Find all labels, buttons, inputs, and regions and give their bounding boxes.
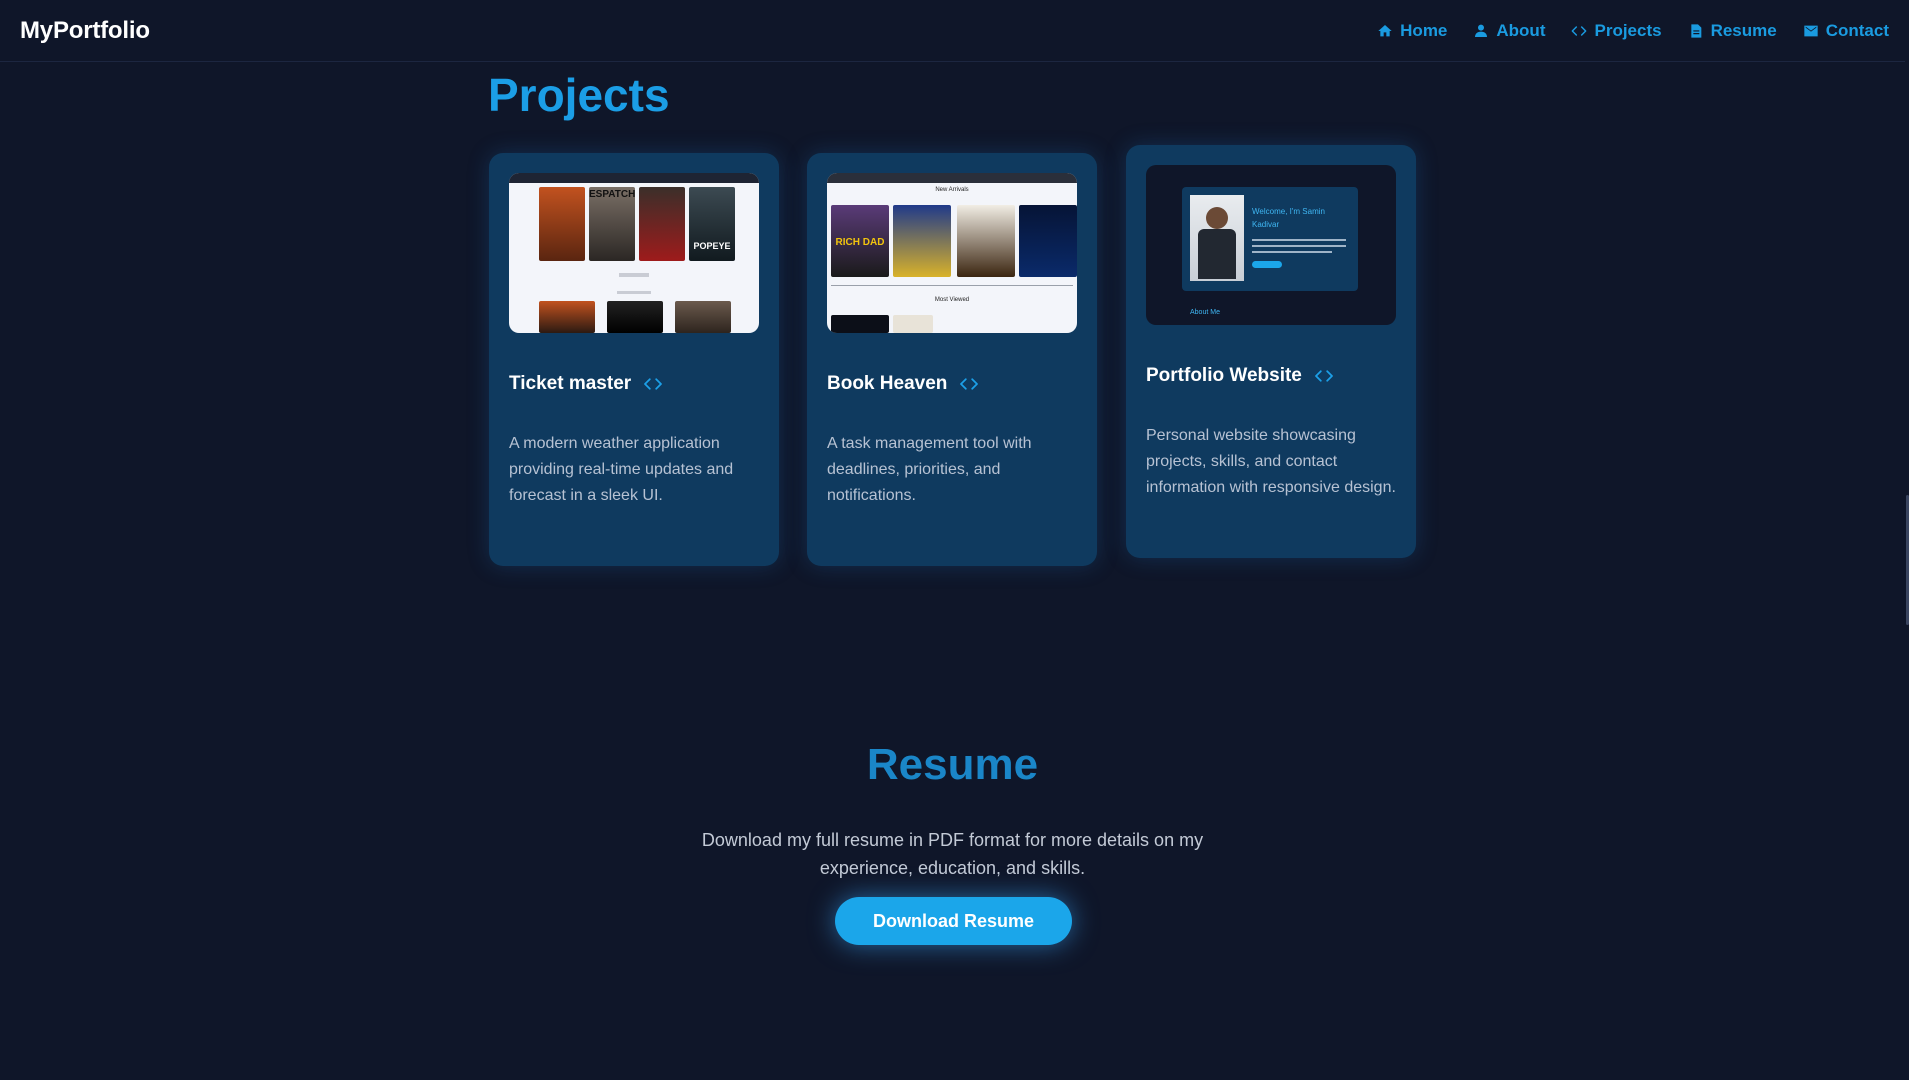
- code-icon[interactable]: [643, 376, 663, 392]
- nav-link-label: Home: [1400, 20, 1448, 40]
- project-thumbnail[interactable]: ESPATCH POPEYE: [509, 173, 759, 333]
- nav-link-contact[interactable]: Contact: [1803, 21, 1889, 41]
- nav-link-label: Contact: [1825, 20, 1889, 40]
- card-title: Book Heaven: [827, 373, 948, 394]
- nav-link-projects[interactable]: Projects: [1571, 20, 1662, 41]
- home-icon: [1378, 24, 1392, 36]
- resume-description: Download my full resume in PDF format fo…: [0, 826, 1905, 882]
- thumbnail-text: POPEYE: [693, 241, 731, 251]
- code-icon: [1572, 25, 1587, 36]
- thumbnail-text: RICH DAD: [835, 237, 885, 248]
- nav-link-label: Projects: [1594, 20, 1662, 40]
- resume-heading: Resume: [0, 740, 1905, 790]
- card-title-row: Portfolio Website: [1146, 365, 1396, 387]
- thumbnail-text: New Arrivals: [935, 187, 969, 193]
- project-thumbnail[interactable]: Welcome, I'm Samin Kadivar About Me: [1146, 165, 1396, 325]
- navbar: MyPortfolio Home About Projects Resume C…: [0, 0, 1909, 62]
- thumbnail-text: About Me: [1190, 309, 1220, 316]
- card-description: A task management tool with deadlines, p…: [827, 435, 1032, 504]
- code-icon[interactable]: [959, 376, 979, 392]
- project-thumbnail[interactable]: New Arrivals RICH DAD Most Viewed: [827, 173, 1077, 333]
- nav-link-label: Resume: [1710, 20, 1777, 40]
- thumbnail-text: Welcome, I'm Samin Kadivar: [1252, 207, 1325, 229]
- projects-heading: Projects: [488, 69, 670, 121]
- resume-description-text: Download my full resume in PDF format fo…: [701, 830, 1204, 878]
- card-title-row: Ticket master: [509, 373, 759, 395]
- nav-links: Home About Projects Resume Contact: [1377, 21, 1889, 41]
- card-description: Personal website showcasing projects, sk…: [1146, 427, 1396, 496]
- card-title: Portfolio Website: [1146, 365, 1302, 386]
- code-icon[interactable]: [1314, 368, 1334, 384]
- nav-link-resume[interactable]: Resume: [1688, 21, 1777, 41]
- project-card-book-heaven[interactable]: New Arrivals RICH DAD Most Viewed Book H…: [807, 153, 1097, 566]
- mail-icon: [1804, 25, 1818, 36]
- project-card-portfolio-website[interactable]: Welcome, I'm Samin Kadivar About Me Port…: [1126, 145, 1416, 558]
- card-description: A modern weather application providing r…: [509, 435, 734, 504]
- brand-logo[interactable]: MyPortfolio: [20, 17, 150, 45]
- nav-link-label: About: [1496, 20, 1546, 40]
- user-icon: [1475, 24, 1488, 37]
- download-resume-button[interactable]: Download Resume: [835, 897, 1072, 945]
- project-card-ticket-master[interactable]: ESPATCH POPEYE Ticket master A modern we…: [489, 153, 779, 566]
- nav-link-home[interactable]: Home: [1377, 21, 1447, 41]
- thumbnail-text: Most Viewed: [934, 297, 970, 303]
- resume-heading-text: Resume: [866, 740, 1039, 789]
- nav-link-about[interactable]: About: [1473, 21, 1545, 41]
- card-title: Ticket master: [509, 373, 632, 394]
- thumbnail-text: ESPATCH: [589, 189, 636, 200]
- document-icon: [1690, 23, 1701, 38]
- card-title-row: Book Heaven: [827, 373, 1077, 395]
